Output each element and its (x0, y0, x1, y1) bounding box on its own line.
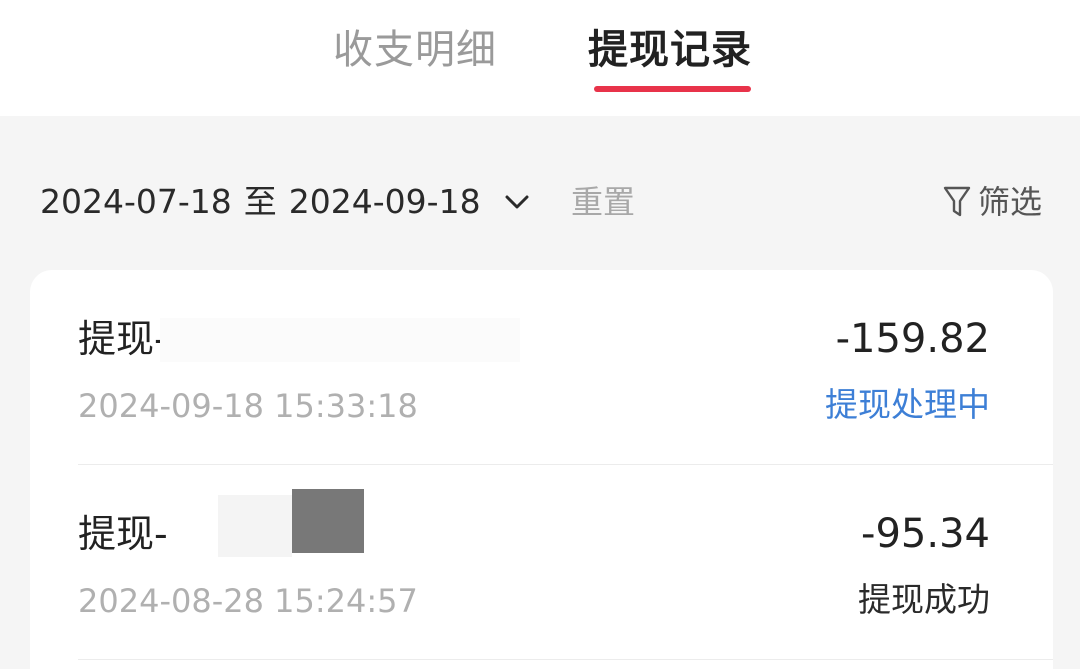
reset-button[interactable]: 重置 (571, 182, 635, 222)
tab-withdraw-records[interactable]: 提现记录 (588, 22, 752, 78)
records-list: 提现- 2024-09-18 15:33:18 -159.82 提现处理中 提现… (30, 270, 1053, 669)
record-title: 提现- (78, 317, 168, 361)
date-range-selector[interactable]: 2024-07-18 至 2024-09-18 (40, 182, 531, 222)
record-amount: -159.82 (835, 316, 990, 362)
record-amount: -95.34 (861, 511, 990, 557)
funnel-icon (943, 186, 971, 217)
redacted-account (218, 495, 292, 557)
record-item[interactable]: 提现- 2024-09-18 15:33:18 -159.82 提现处理中 (30, 270, 1053, 465)
record-item[interactable]: 提现- 2024-08-28 15:24:57 -95.34 提现成功 (30, 465, 1053, 660)
filter-button[interactable]: 筛选 (942, 180, 1042, 224)
redacted-account (292, 489, 364, 553)
redacted-account (160, 318, 520, 362)
active-tab-indicator (594, 86, 751, 92)
start-date: 2024-07-18 (40, 182, 232, 221)
record-time: 2024-08-28 15:24:57 (78, 582, 418, 620)
tab-income-expense[interactable]: 收支明细 (333, 22, 497, 78)
record-title: 提现- (78, 512, 168, 556)
withdraw-records-page: 收支明细 提现记录 2024-07-18 至 2024-09-18 重置 筛选 … (0, 0, 1080, 669)
record-status: 提现处理中 (825, 385, 990, 424)
date-separator: 至 (243, 182, 277, 221)
tab-bar: 收支明细 提现记录 (0, 0, 1080, 116)
end-date: 2024-09-18 (288, 182, 481, 221)
filter-bar: 2024-07-18 至 2024-09-18 重置 筛选 (0, 116, 1080, 270)
record-time: 2024-09-18 15:33:18 (78, 387, 418, 425)
row-divider (78, 659, 1053, 660)
record-status: 提现成功 (858, 580, 990, 619)
chevron-down-icon (505, 195, 529, 209)
filter-label: 筛选 (977, 183, 1042, 221)
